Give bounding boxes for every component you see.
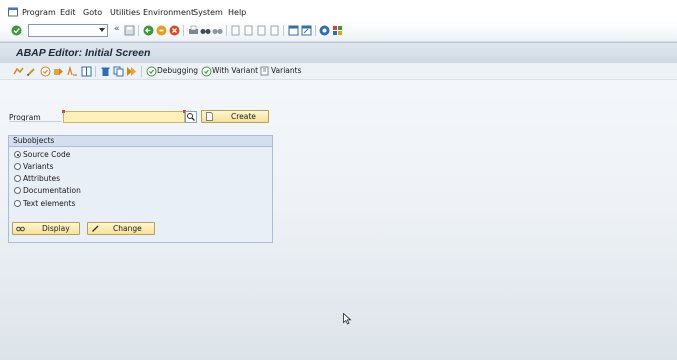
display-button[interactable]: Display: [12, 222, 80, 235]
toolbar-separator: [183, 25, 184, 36]
delete-icon[interactable]: [100, 66, 111, 77]
with-variant-button-label[interactable]: With Variant: [212, 66, 258, 75]
change-button-label: Change: [113, 224, 142, 233]
change-pencil-icon[interactable]: [26, 66, 37, 77]
create-document-icon: [206, 112, 213, 121]
change-pencil-icon: [92, 225, 99, 232]
required-marker: [62, 110, 65, 113]
last-page-icon[interactable]: [269, 25, 280, 36]
program-input[interactable]: [62, 110, 186, 123]
application-toolbar: Debugging With Variant Variants: [0, 63, 677, 80]
next-page-icon[interactable]: [256, 25, 267, 36]
radio-label: Text elements: [23, 199, 76, 208]
sap-menu-icon[interactable]: [8, 7, 18, 17]
toolbar-separator: [226, 25, 227, 36]
display-button-label: Display: [42, 224, 70, 233]
radio-label: Documentation: [23, 186, 81, 195]
help-icon[interactable]: [319, 25, 330, 36]
menu-edit[interactable]: Edit: [60, 8, 76, 17]
debugging-icon[interactable]: [146, 66, 157, 77]
check-icon[interactable]: [40, 66, 51, 77]
menu-system[interactable]: System: [193, 8, 223, 17]
radio-button[interactable]: [14, 175, 21, 182]
subobjects-group: Subobjects Source Code Variants Attribut…: [8, 135, 273, 243]
find-next-icon[interactable]: [212, 25, 223, 36]
find-icon[interactable]: [200, 25, 211, 36]
menu-program[interactable]: Program: [22, 8, 56, 17]
back-double-arrow-icon[interactable]: «: [114, 24, 120, 34]
page-title: ABAP Editor: Initial Screen: [16, 47, 151, 59]
radio-button-selected[interactable]: [14, 151, 21, 158]
menu-goto[interactable]: Goto: [83, 8, 102, 17]
copy-icon[interactable]: [113, 66, 124, 77]
variants-button-label[interactable]: Variants: [271, 66, 302, 75]
debugging-button-label[interactable]: Debugging: [157, 66, 198, 75]
radio-label: Source Code: [23, 150, 71, 159]
radio-button[interactable]: [14, 163, 21, 170]
change-button[interactable]: Change: [87, 222, 155, 235]
activate-icon[interactable]: [53, 66, 64, 77]
toolbar-separator: [315, 25, 316, 36]
with-variant-icon[interactable]: [201, 66, 212, 77]
shortcut-icon[interactable]: [301, 25, 312, 36]
print-icon[interactable]: [188, 25, 199, 36]
cancel-icon[interactable]: [169, 25, 180, 36]
create-button[interactable]: Create: [201, 110, 269, 123]
menu-bar: Program Edit Goto Utilities Environment …: [0, 6, 677, 20]
radio-label: Attributes: [23, 174, 61, 183]
toolbar-separator: [138, 25, 139, 36]
execute-icon[interactable]: [126, 66, 137, 77]
radio-button[interactable]: [14, 200, 21, 207]
subobjects-header: Subobjects: [9, 136, 272, 147]
previous-page-icon[interactable]: [243, 25, 254, 36]
menu-help[interactable]: Help: [228, 8, 246, 17]
create-button-label: Create: [231, 112, 256, 121]
radio-label: Variants: [23, 162, 54, 171]
search-help-icon: [187, 113, 195, 121]
radio-button[interactable]: [14, 187, 21, 194]
toolbar-separator: [141, 66, 142, 77]
customize-layout-icon[interactable]: [332, 25, 343, 36]
command-field[interactable]: [28, 24, 108, 37]
create-session-icon[interactable]: [288, 25, 299, 36]
first-page-icon[interactable]: [230, 25, 241, 36]
back-icon[interactable]: [143, 25, 154, 36]
enter-icon[interactable]: [11, 25, 22, 36]
menu-utilities[interactable]: Utilities: [110, 8, 140, 17]
mouse-cursor-icon: [343, 313, 352, 325]
save-icon[interactable]: [124, 25, 135, 36]
subobjects-title: Subobjects: [13, 136, 55, 145]
program-label-underline: [9, 121, 62, 122]
other-object-icon[interactable]: [13, 66, 24, 77]
toolbar-separator: [283, 25, 284, 36]
menu-environment[interactable]: Environment: [143, 8, 194, 17]
command-dropdown-icon[interactable]: [99, 28, 105, 32]
variants-icon[interactable]: [260, 66, 271, 77]
screen-title-bar: ABAP Editor: Initial Screen: [0, 42, 677, 64]
where-used-list-icon[interactable]: [81, 66, 92, 77]
display-glasses-icon: [16, 226, 25, 232]
toolbar-separator: [95, 66, 96, 77]
exit-icon[interactable]: [156, 25, 167, 36]
test-run-icon[interactable]: [67, 66, 78, 77]
value-help-button[interactable]: [185, 111, 197, 123]
